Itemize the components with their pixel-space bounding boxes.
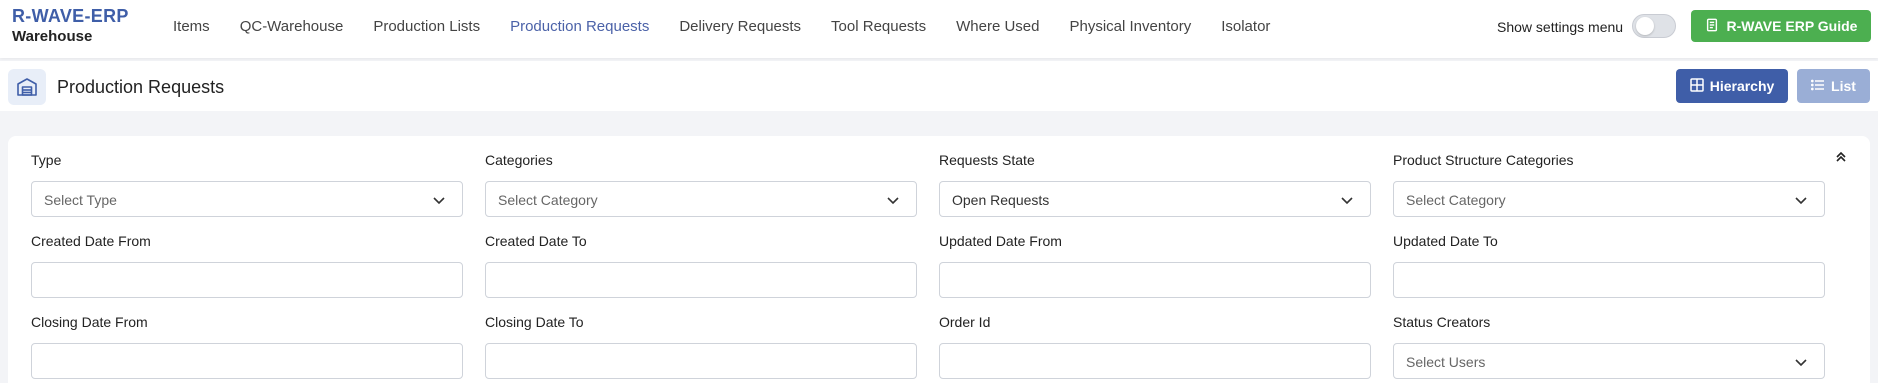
product-structure-categories-label: Product Structure Categories [1393, 152, 1574, 168]
warehouse-icon [8, 69, 46, 105]
updated-date-to-label: Updated Date To [1393, 233, 1498, 249]
closing-date-from-label: Closing Date From [31, 314, 148, 330]
list-icon [1810, 78, 1825, 94]
updated-date-to-input[interactable] [1393, 262, 1825, 298]
categories-select-placeholder: Select Category [498, 192, 598, 208]
nav-production-requests[interactable]: Production Requests [510, 17, 649, 37]
nav-qc-warehouse[interactable]: QC-Warehouse [240, 17, 344, 37]
page-title: Production Requests [57, 77, 225, 97]
nav-tool-requests[interactable]: Tool Requests [831, 17, 926, 37]
nav-physical-inventory[interactable]: Physical Inventory [1069, 17, 1191, 37]
page-header [0, 61, 1878, 111]
list-view-button[interactable]: List [1797, 69, 1870, 103]
hierarchy-label: Hierarchy [1709, 78, 1775, 94]
brand-module: Warehouse [12, 28, 93, 45]
top-navbar: R-WAVE-ERP Warehouse Items QC-Warehouse … [0, 0, 1878, 58]
product-structure-categories-placeholder: Select Category [1406, 192, 1506, 208]
erp-guide-label: R-WAVE ERP Guide [1726, 18, 1858, 34]
order-id-input[interactable] [939, 343, 1371, 379]
brand-logo[interactable]: R-WAVE-ERP Warehouse [12, 5, 129, 47]
categories-label: Categories [485, 152, 553, 168]
list-label: List [1831, 78, 1856, 94]
type-select-placeholder: Select Type [44, 192, 117, 208]
nav-isolator[interactable]: Isolator [1221, 17, 1270, 37]
status-creators-select[interactable]: Select Users [1393, 343, 1825, 379]
nav-delivery-requests[interactable]: Delivery Requests [679, 17, 801, 37]
nav-where-used[interactable]: Where Used [956, 17, 1039, 37]
order-id-label: Order Id [939, 314, 991, 330]
created-date-to-label: Created Date To [485, 233, 587, 249]
chevron-down-icon [1341, 197, 1353, 205]
product-structure-categories-select[interactable]: Select Category [1393, 181, 1825, 217]
chevron-down-icon [1795, 197, 1807, 205]
chevron-down-icon [887, 197, 899, 205]
closing-date-to-label: Closing Date To [485, 314, 584, 330]
brand-name: R-WAVE-ERP [12, 6, 129, 26]
chevron-down-icon [433, 197, 445, 205]
book-icon [1705, 18, 1719, 35]
status-creators-placeholder: Select Users [1406, 354, 1486, 370]
created-date-from-input[interactable] [31, 262, 463, 298]
hierarchy-view-button[interactable]: Hierarchy [1676, 69, 1788, 103]
status-creators-label: Status Creators [1393, 314, 1491, 330]
chevron-down-icon [1795, 359, 1807, 367]
created-date-from-label: Created Date From [31, 233, 151, 249]
settings-menu-toggle[interactable] [1632, 14, 1676, 38]
grid-icon [1689, 77, 1704, 95]
requests-state-value: Open Requests [952, 192, 1050, 208]
requests-state-label: Requests State [939, 152, 1035, 168]
settings-menu-label: Show settings menu [1497, 19, 1624, 35]
type-select[interactable]: Select Type [31, 181, 463, 217]
erp-guide-button[interactable]: R-WAVE ERP Guide [1691, 10, 1871, 42]
requests-state-select[interactable]: Open Requests [939, 181, 1371, 217]
categories-select[interactable]: Select Category [485, 181, 917, 217]
nav-production-lists[interactable]: Production Lists [373, 17, 480, 37]
main-nav: Items QC-Warehouse Production Lists Prod… [173, 17, 1300, 37]
updated-date-from-label: Updated Date From [939, 233, 1062, 249]
created-date-to-input[interactable] [485, 262, 917, 298]
type-label: Type [31, 152, 62, 168]
nav-items[interactable]: Items [173, 17, 210, 37]
toggle-knob [1636, 17, 1654, 35]
collapse-icon[interactable] [1834, 150, 1848, 164]
closing-date-from-input[interactable] [31, 343, 463, 379]
closing-date-to-input[interactable] [485, 343, 917, 379]
updated-date-from-input[interactable] [939, 262, 1371, 298]
